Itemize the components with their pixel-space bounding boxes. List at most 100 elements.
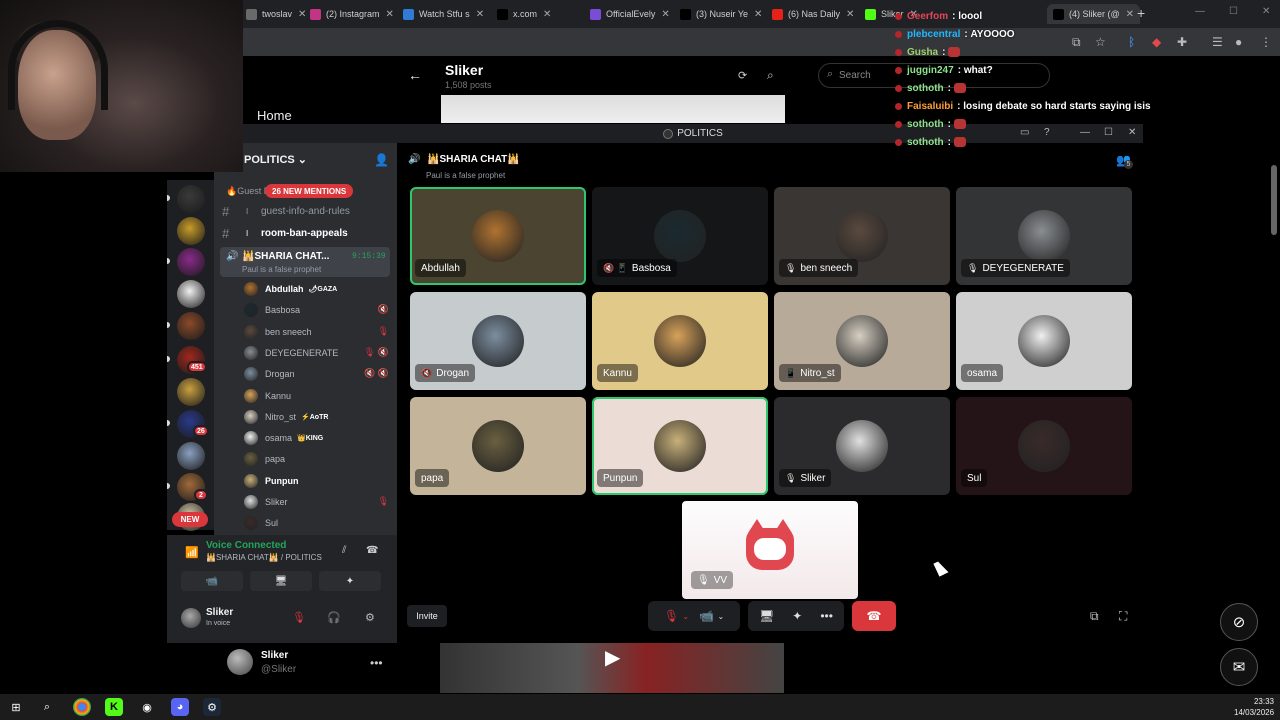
noise-suppression-icon[interactable]: ⫽ [342, 545, 346, 556]
chat-username[interactable]: sothoth [907, 119, 944, 130]
invite-button[interactable]: Invite [407, 605, 447, 627]
steam-icon[interactable]: ⚙ [203, 698, 221, 716]
user-name[interactable]: Sliker [206, 607, 233, 618]
close-tab-icon[interactable]: ✕ [298, 9, 306, 20]
extensions-icon[interactable]: ✚ [1177, 35, 1187, 49]
browser-tab[interactable]: OfficialEvely ✕ [590, 4, 670, 24]
voice-member[interactable]: Basbosa 🔇 [244, 301, 389, 319]
video-off-button[interactable]: 📹 [181, 571, 243, 591]
messages-button[interactable]: ✉ [1220, 648, 1258, 686]
voice-member[interactable]: Abdullah 🌶GAZA [244, 280, 389, 298]
gear-icon[interactable]: ⚙ [365, 611, 375, 624]
search-icon[interactable]: ⌕ [38, 698, 56, 716]
voice-member[interactable]: Drogan 🔇 🔇 [244, 365, 389, 383]
menu-icon[interactable]: ⋮ [1260, 35, 1272, 49]
chat-username[interactable]: Faisaluibi [907, 101, 953, 112]
participant-tile[interactable]: Kannu [592, 292, 768, 390]
fullscreen-icon[interactable]: ⛶ [1119, 609, 1127, 624]
participant-tile[interactable]: 🔇 📱 Basbosa [592, 187, 768, 285]
discord-icon[interactable]: ◕ [171, 698, 189, 716]
participant-tile[interactable]: Abdullah [410, 187, 586, 285]
obs-icon[interactable]: ◉ [138, 698, 156, 716]
browser-tab[interactable]: Watch Stfu s ✕ [403, 4, 484, 24]
x-home-link[interactable]: Home [257, 108, 292, 123]
channel-room-ban-appeals[interactable]: # I room-ban-appeals [222, 224, 348, 242]
server-icon[interactable] [177, 248, 205, 276]
participant-tile[interactable]: Punpun [592, 397, 768, 495]
close-tab-icon[interactable]: ✕ [661, 9, 669, 20]
maximize-icon[interactable]: ☐ [1229, 6, 1238, 17]
voice-location[interactable]: 🕌SHARIA CHAT🕌 / POLITICS [206, 553, 322, 562]
voice-member[interactable]: papa [244, 450, 389, 468]
chrome-icon[interactable] [73, 698, 91, 716]
voice-member[interactable]: Sliker 🎙 [244, 493, 389, 511]
voice-member[interactable]: Nitro_st ⚡AoTR [244, 408, 389, 426]
kick-icon[interactable]: K [105, 698, 123, 716]
more-icon[interactable]: ••• [370, 656, 383, 670]
avatar[interactable] [181, 608, 201, 628]
chevron-down-icon[interactable]: ⌄ [717, 612, 724, 621]
close-icon[interactable]: ✕ [1262, 6, 1270, 17]
back-arrow-icon[interactable]: ← [408, 67, 422, 83]
chat-username[interactable]: juggin247 [907, 65, 954, 76]
profile-icon[interactable]: ● [1235, 35, 1242, 49]
server-icon[interactable] [177, 185, 205, 213]
windows-start-icon[interactable]: ⊞ [7, 698, 25, 716]
close-tab-icon[interactable]: ✕ [386, 9, 394, 20]
server-icon[interactable] [177, 280, 205, 308]
server-icon[interactable] [177, 217, 205, 245]
voice-channel-sharia-chat[interactable]: 🔊 🕌SHARIA CHAT... 9:15:39 Paul is a fals… [220, 247, 390, 277]
system-clock[interactable]: 23:33 14/03/2026 [1234, 696, 1274, 718]
activities-button[interactable]: ✦ [319, 571, 381, 591]
new-mentions-badge[interactable]: 26 NEW MENTIONS [265, 184, 354, 198]
headphones-icon[interactable]: 🎧 [327, 611, 341, 624]
add-member-icon[interactable]: 👤 [374, 153, 389, 167]
screen-share-button[interactable]: 🖥 [250, 571, 312, 591]
camera-off-icon[interactable]: 📹 [699, 609, 714, 623]
close-tab-icon[interactable]: ✕ [754, 9, 762, 20]
mic-muted-icon[interactable]: 🎙 [292, 611, 306, 624]
participant-tile[interactable]: 🎙 DEYEGENERATE [956, 187, 1132, 285]
guild-name[interactable]: POLITICS ⌄ [244, 153, 307, 166]
participant-tile[interactable]: 🎙 ben sneech [774, 187, 950, 285]
voice-member[interactable]: Sul [244, 514, 389, 532]
voice-connected-label[interactable]: Voice Connected [206, 540, 286, 551]
signal-icon[interactable]: 📶 [185, 546, 199, 559]
new-unreads-pill[interactable]: NEW [172, 512, 208, 527]
search-icon[interactable]: ⌕ [767, 68, 774, 83]
chat-username[interactable]: Geerfom [907, 11, 948, 22]
voice-member[interactable]: Punpun [244, 472, 389, 490]
chat-username[interactable]: sothoth [907, 83, 944, 94]
browser-tab[interactable]: x.com ✕ [497, 4, 551, 24]
server-icon[interactable] [177, 378, 205, 406]
browser-tab[interactable]: (6) Nas Daily ✕ [772, 4, 854, 24]
chat-username[interactable]: plebcentral [907, 29, 960, 40]
members-icon[interactable]: 👥 5 [1116, 153, 1133, 169]
participant-tile[interactable]: 🔇 Drogan [410, 292, 586, 390]
grok-button[interactable]: ⊘ [1220, 603, 1258, 641]
activities-icon[interactable]: ✦ [792, 609, 802, 623]
play-icon[interactable]: ▶ [605, 645, 620, 670]
screen-share-icon[interactable]: 🖥 [759, 609, 774, 623]
browser-tab[interactable]: (3) Nuseir Ye ✕ [680, 4, 762, 24]
server-icon[interactable] [177, 312, 205, 340]
more-icon[interactable]: ••• [820, 609, 833, 623]
grok-icon[interactable]: ⟳ [738, 69, 747, 82]
pop-out-icon[interactable]: ⧉ [1090, 609, 1099, 624]
voice-member[interactable]: osama 👑KING [244, 429, 389, 447]
channel-guest-info[interactable]: # I guest-info-and-rules [222, 202, 350, 220]
mic-muted-icon[interactable]: 🎙 [664, 609, 679, 623]
participant-tile[interactable]: Sul [956, 397, 1132, 495]
voice-member[interactable]: DEYEGENERATE 🎙 🔇 [244, 344, 389, 362]
queue-icon[interactable]: ☰ [1212, 35, 1223, 49]
avatar[interactable] [227, 649, 253, 675]
participant-tile[interactable]: 📱 Nitro_st [774, 292, 950, 390]
chat-username[interactable]: Gusha [907, 47, 938, 58]
close-tab-icon[interactable]: ✕ [846, 9, 854, 20]
chat-username[interactable]: sothoth [907, 137, 944, 148]
hang-up-button[interactable]: ☎ [852, 601, 896, 631]
voice-member[interactable]: Kannu [244, 387, 389, 405]
browser-tab[interactable]: (2) Instagram ✕ [310, 4, 394, 24]
participant-tile[interactable]: osama [956, 292, 1132, 390]
x-video-thumbnail[interactable]: ▶ [440, 643, 784, 693]
